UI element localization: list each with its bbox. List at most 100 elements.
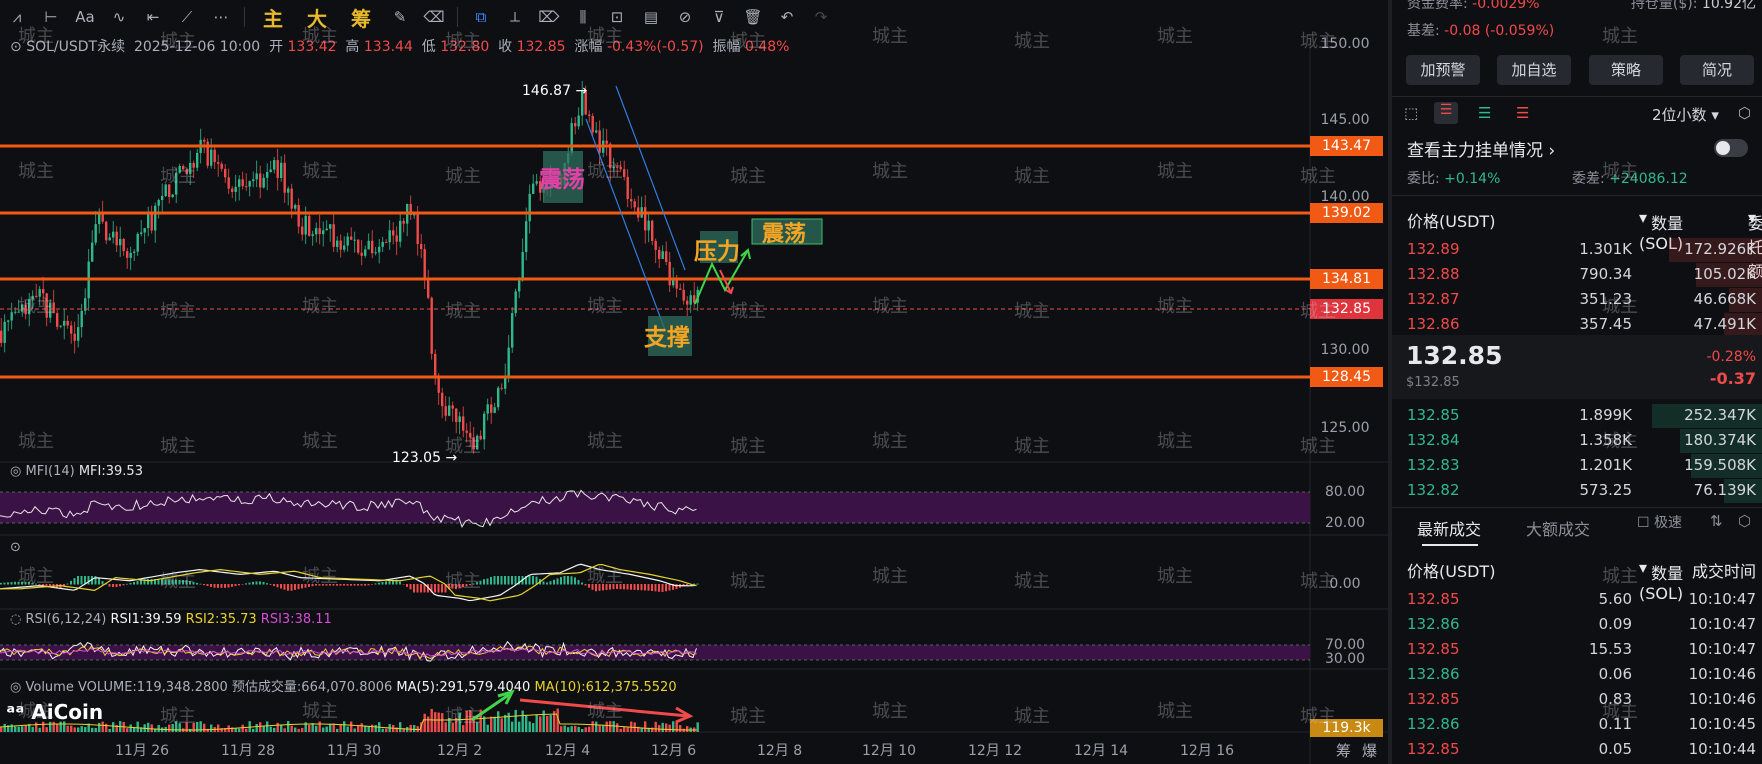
col-qty[interactable]: 数量 (SOL) ▾ xyxy=(1639,208,1683,253)
volume-bar xyxy=(84,727,87,732)
candle-body xyxy=(626,176,629,200)
macd-bar xyxy=(381,582,384,585)
candle-body xyxy=(280,162,283,178)
volume-bar xyxy=(318,721,321,732)
eye-icon[interactable]: ◎ xyxy=(10,680,21,695)
add-alert-button[interactable]: 加预警 xyxy=(1406,55,1480,85)
bid-row[interactable]: 132.83 1.201K 159.508K xyxy=(1392,454,1762,478)
rsi3-value: RSI3:38.11 xyxy=(260,612,332,627)
macd-bar xyxy=(38,584,41,585)
decimals-select[interactable]: 2位小数 ▾ xyxy=(1652,104,1719,125)
candle-body xyxy=(528,193,531,222)
fast-mode-checkbox[interactable]: ☐ 极速 xyxy=(1637,512,1682,532)
ask-row[interactable]: 132.86 357.45 47.491K xyxy=(1392,313,1762,337)
main-orders-link[interactable]: 查看主力挂单情况 › xyxy=(1407,136,1555,161)
candle-body xyxy=(308,215,311,236)
level-tag[interactable]: 139.02 xyxy=(1310,203,1383,223)
add-favorite-button[interactable]: 加自选 xyxy=(1497,55,1571,85)
overview-button[interactable]: 简况 xyxy=(1680,55,1754,85)
macd-toggle[interactable]: ⊙ xyxy=(10,540,21,555)
orderbook-bids-icon[interactable]: ☰ xyxy=(1478,104,1491,122)
bid-row[interactable]: 132.82 573.25 76.139K xyxy=(1392,479,1762,503)
candle-body xyxy=(304,215,307,235)
macd-bar xyxy=(94,576,97,585)
macd-bar xyxy=(175,579,177,585)
macd-bar xyxy=(231,584,233,587)
col-amount[interactable]: 委托额 ▾ xyxy=(1748,208,1762,281)
level-tag[interactable]: 134.81 xyxy=(1310,269,1383,289)
candle-body xyxy=(654,240,657,250)
candle-body xyxy=(374,252,377,254)
note-oscillate-1[interactable]: 震荡 xyxy=(539,160,585,194)
chart-area[interactable]: ⩘ ⊢ Aa ∿ ⇤ ⟋ ⋯ 主 大 筹 ✎ ⌫ ⧉ ⟂ ⌦ ⫼ ⊡ ▤ ⊘ ⊽… xyxy=(0,0,1388,764)
trade-row[interactable]: 132.85 15.53 10:10:47 xyxy=(1392,638,1762,662)
tab-latest-trades[interactable]: 最新成交 xyxy=(1417,516,1481,540)
trade-row[interactable]: 132.85 0.05 10:10:44 xyxy=(1392,738,1762,762)
level-tag[interactable]: 128.45 xyxy=(1310,367,1383,387)
candle-body xyxy=(521,251,524,281)
orderbook-asks-icon[interactable]: ☰ xyxy=(1516,104,1529,122)
chip-toggle[interactable]: 筹 xyxy=(1336,740,1351,761)
expand-icon[interactable]: ⊙ xyxy=(10,540,21,555)
bell-icon[interactable]: ◌ xyxy=(10,612,21,627)
candle-body xyxy=(367,240,370,250)
candle-body xyxy=(105,221,108,241)
candle-body xyxy=(290,188,293,209)
macd-bar xyxy=(70,580,72,585)
volume-bar xyxy=(465,710,468,732)
volume-bar xyxy=(199,721,202,732)
note-pressure[interactable]: 压力 xyxy=(694,232,740,266)
macd-bar xyxy=(108,584,111,587)
divider xyxy=(1392,195,1762,196)
row-amount: 172.926K xyxy=(1684,240,1756,258)
volume-bar xyxy=(336,728,339,732)
bid-row[interactable]: 132.85 1.899K 252.347K xyxy=(1392,404,1762,428)
eye-icon[interactable]: ◎ xyxy=(10,464,21,479)
tab-large-trades[interactable]: 大额成交 xyxy=(1526,516,1590,540)
price-chart-canvas[interactable] xyxy=(0,0,1388,764)
macd-bar xyxy=(476,582,478,585)
macd-bar xyxy=(504,576,506,585)
sort-icon[interactable]: ⇅ xyxy=(1710,512,1723,530)
volume-bar xyxy=(178,723,181,732)
volume-tag: 119.3k xyxy=(1310,719,1383,737)
level-tag[interactable]: 143.47 xyxy=(1310,136,1383,156)
volume-bar xyxy=(490,716,493,732)
volume-bar xyxy=(469,710,472,732)
orderbook-both-icon[interactable]: ☰ xyxy=(1434,102,1458,124)
note-oscillate-2[interactable]: 震荡 xyxy=(762,216,806,248)
row-amount: 252.347K xyxy=(1684,406,1756,424)
trade-row[interactable]: 132.85 0.83 10:10:46 xyxy=(1392,688,1762,712)
macd-bar xyxy=(693,583,695,585)
trade-row[interactable]: 132.85 5.60 10:10:47 xyxy=(1392,588,1762,612)
candle-body xyxy=(259,173,262,188)
macd-bar xyxy=(227,584,230,588)
settings-icon[interactable]: ⬡ xyxy=(1738,104,1751,122)
row-amount: 10:10:46 xyxy=(1688,690,1756,708)
trade-row[interactable]: 132.86 0.11 10:10:45 xyxy=(1392,713,1762,737)
bid-row[interactable]: 132.84 1.358K 180.374K xyxy=(1392,429,1762,453)
macd-bar xyxy=(658,584,660,592)
row-price: 132.86 xyxy=(1407,615,1460,633)
note-support[interactable]: 支撑 xyxy=(644,318,690,352)
ask-row[interactable]: 132.89 1.301K 172.926K xyxy=(1392,238,1762,262)
macd-bar xyxy=(577,579,580,585)
candle-body xyxy=(612,166,615,169)
strategy-button[interactable]: 策略 xyxy=(1589,55,1663,85)
col-qty[interactable]: 数量(SOL) ▾ xyxy=(1639,558,1683,603)
row-price: 132.85 xyxy=(1407,740,1460,758)
channel-line-upper[interactable] xyxy=(615,85,686,271)
trade-settings-icon[interactable]: ⬡ xyxy=(1738,512,1751,530)
main-orders-toggle[interactable] xyxy=(1714,139,1748,157)
trade-row[interactable]: 132.86 0.06 10:10:46 xyxy=(1392,663,1762,687)
volume-bar xyxy=(437,712,440,732)
ask-row[interactable]: 132.88 790.34 105.02K xyxy=(1392,263,1762,287)
macd-bar xyxy=(220,584,223,588)
macd-bar xyxy=(115,584,118,588)
cursor-mode-icon[interactable]: ⬚ xyxy=(1404,104,1418,122)
ask-row[interactable]: 132.87 351.23 46.668K xyxy=(1392,288,1762,312)
macd-bar xyxy=(17,581,20,585)
candle-body xyxy=(98,214,101,225)
liquidation-toggle[interactable]: 爆 xyxy=(1362,740,1377,761)
trade-row[interactable]: 132.86 0.09 10:10:47 xyxy=(1392,613,1762,637)
